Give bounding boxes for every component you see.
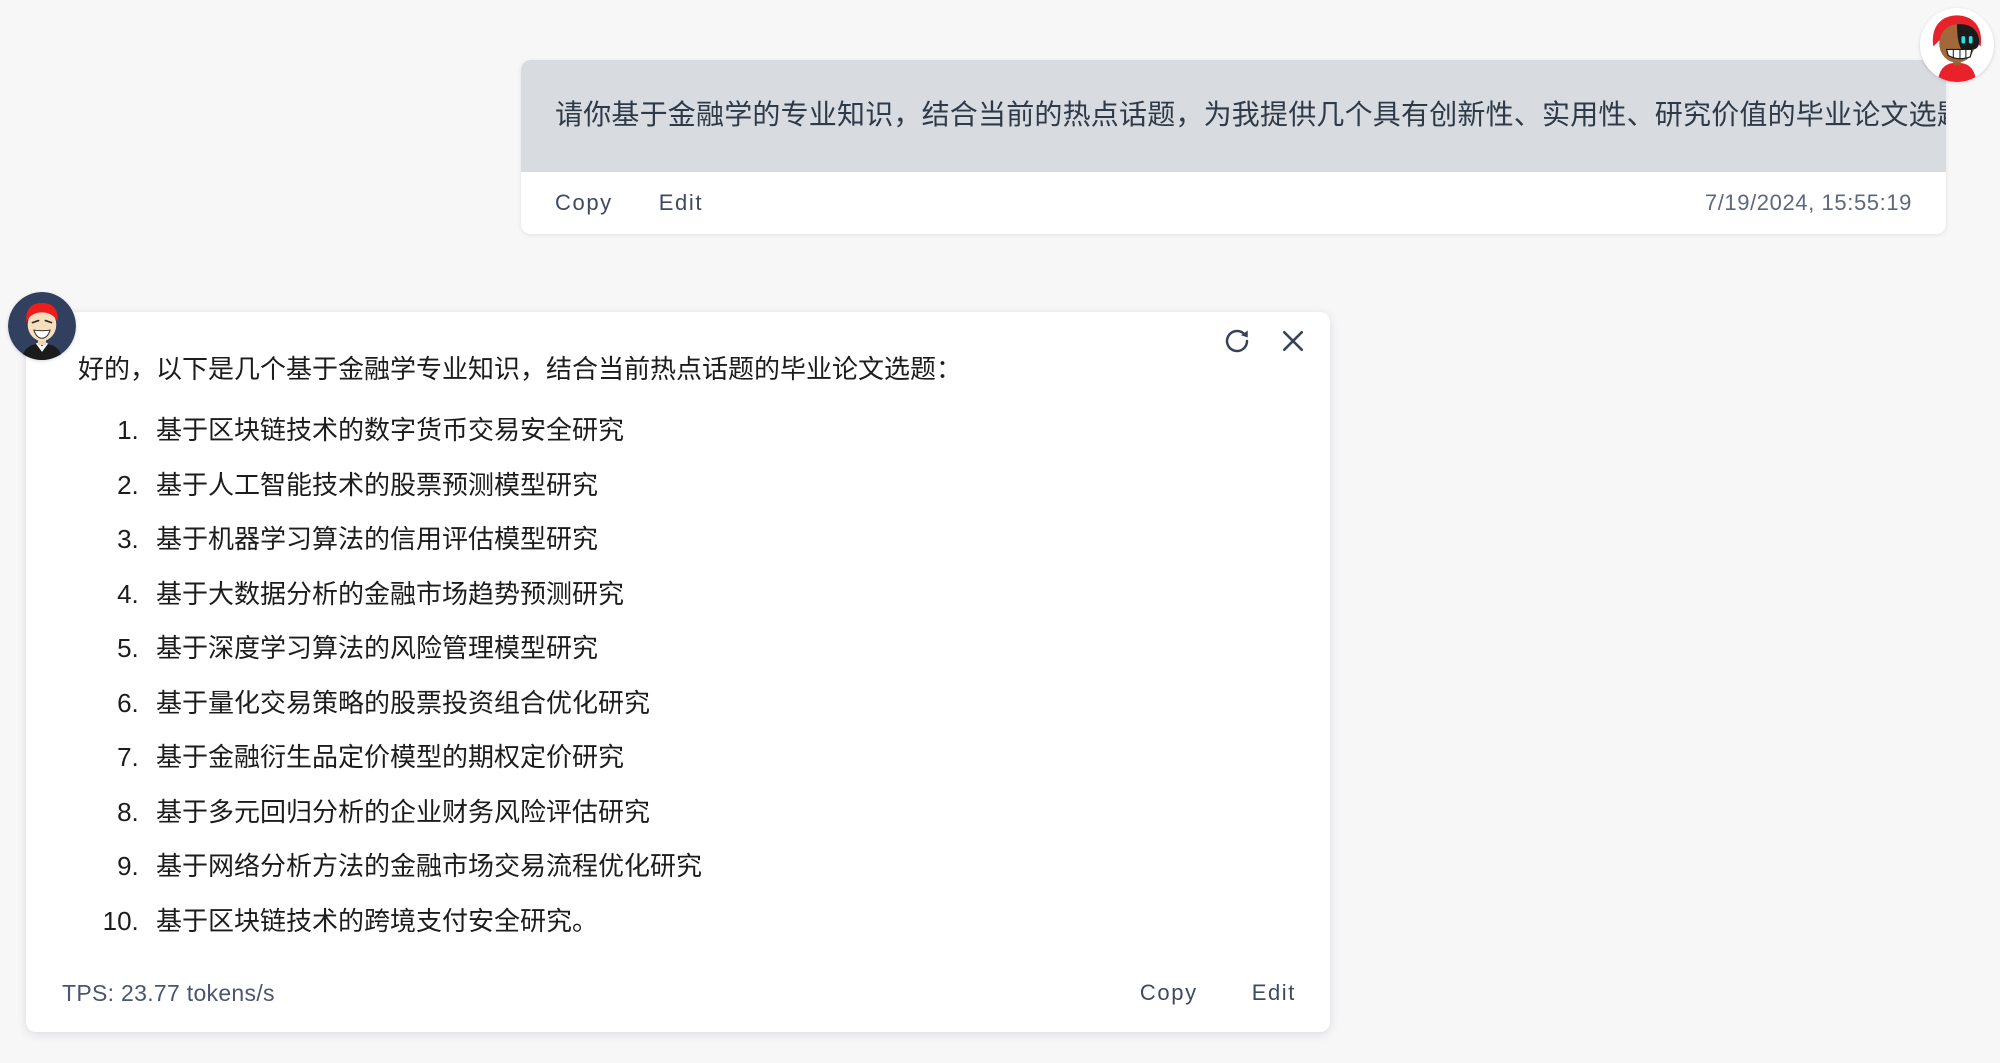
user-copy-button[interactable]: Copy [555,190,613,216]
list-item: 基于区块链技术的数字货币交易安全研究 [146,411,1290,451]
refresh-icon[interactable] [1222,326,1252,356]
assistant-avatar-image [8,292,76,360]
user-avatar-image [1920,8,1994,82]
user-message-card: 请你基于金融学的专业知识，结合当前的热点话题，为我提供几个具有创新性、实用性、研… [521,60,1946,234]
list-item: 基于深度学习算法的风险管理模型研究 [146,629,1290,669]
topic-list: 基于区块链技术的数字货币交易安全研究 基于人工智能技术的股票预测模型研究 基于机… [60,411,1290,941]
close-icon-glyph [1282,330,1304,352]
assistant-footer-actions: Copy Edit [1086,980,1296,1006]
assistant-avatar[interactable] [8,292,76,360]
user-edit-button[interactable]: Edit [659,190,703,216]
tps-status: TPS: 23.77 tokens/s [62,979,275,1006]
list-item: 基于大数据分析的金融市场趋势预测研究 [146,575,1290,615]
assistant-copy-button[interactable]: Copy [1140,980,1198,1006]
list-item: 基于机器学习算法的信用评估模型研究 [146,520,1290,560]
list-item: 基于人工智能技术的股票预测模型研究 [146,466,1290,506]
user-message-row: 请你基于金融学的专业知识，结合当前的热点话题，为我提供几个具有创新性、实用性、研… [0,0,2000,234]
list-item: 基于量化交易策略的股票投资组合优化研究 [146,684,1290,724]
chat-app: 请你基于金融学的专业知识，结合当前的热点话题，为我提供几个具有创新性、实用性、研… [0,0,2000,1063]
assistant-card-footer: TPS: 23.77 tokens/s Copy Edit [26,954,1330,1032]
user-message-timestamp: 7/19/2024, 15:55:19 [1704,190,1912,215]
user-message-toolbar: Copy Edit 7/19/2024, 15:55:19 [521,172,1946,234]
assistant-card-tools [1222,326,1308,356]
user-message-bubble: 请你基于金融学的专业知识，结合当前的热点话题，为我提供几个具有创新性、实用性、研… [521,60,1946,172]
assistant-response-body: 好的，以下是几个基于金融学专业知识，结合当前热点话题的毕业论文选题： 基于区块链… [26,312,1330,954]
list-item: 基于区块链技术的跨境支付安全研究。 [146,902,1290,942]
user-avatar[interactable] [1920,8,1994,82]
list-item: 基于多元回归分析的企业财务风险评估研究 [146,793,1290,833]
assistant-response-card: 好的，以下是几个基于金融学专业知识，结合当前热点话题的毕业论文选题： 基于区块链… [26,312,1330,1032]
refresh-icon-glyph [1225,329,1249,353]
assistant-edit-button[interactable]: Edit [1252,980,1296,1006]
list-item: 基于金融衍生品定价模型的期权定价研究 [146,738,1290,778]
close-icon[interactable] [1278,326,1308,356]
list-item: 基于网络分析方法的金融市场交易流程优化研究 [146,847,1290,887]
assistant-intro-text: 好的，以下是几个基于金融学专业知识，结合当前热点话题的毕业论文选题： [78,354,963,384]
user-message-text: 请你基于金融学的专业知识，结合当前的热点话题，为我提供几个具有创新性、实用性、研… [555,99,1946,131]
